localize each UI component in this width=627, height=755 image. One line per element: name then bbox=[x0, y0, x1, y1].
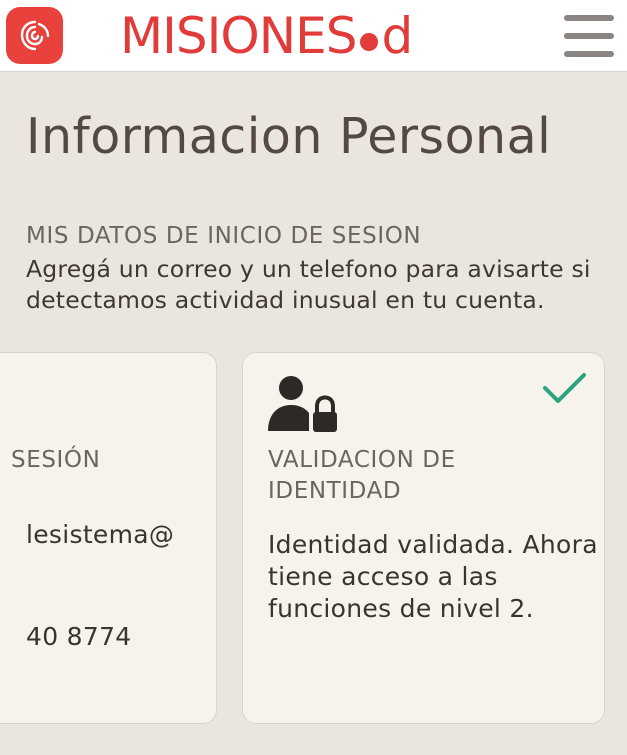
logo-dot bbox=[360, 33, 379, 51]
app-header: MISIONES d bbox=[0, 0, 627, 72]
bottom-link-partial bbox=[26, 746, 286, 755]
hamburger-menu-icon[interactable] bbox=[560, 12, 615, 60]
identity-card-heading: VALIDACION DE IDENTIDAD bbox=[268, 447, 456, 504]
fingerprint-icon[interactable] bbox=[6, 7, 63, 64]
check-icon bbox=[543, 373, 586, 403]
logo-text-suffix: d bbox=[381, 7, 413, 65]
session-email-value: lesistema@ bbox=[26, 520, 175, 549]
user-lock-icon bbox=[268, 376, 337, 432]
menu-bar bbox=[564, 51, 614, 57]
menu-bar bbox=[564, 15, 614, 21]
menu-bar bbox=[564, 33, 614, 39]
page-title: Informacion Personal bbox=[26, 108, 552, 165]
identity-validation-card[interactable]: VALIDACION DE IDENTIDAD Identidad valida… bbox=[242, 352, 605, 724]
brand-logo[interactable]: MISIONES d bbox=[120, 7, 413, 65]
logo-text-main: MISIONES bbox=[120, 7, 357, 65]
login-section-label: MIS DATOS DE INICIO DE SESION bbox=[26, 223, 422, 249]
fingerprint-glyph bbox=[20, 20, 49, 50]
identity-card-text: Identidad validada. Ahora tiene acceso a… bbox=[268, 530, 598, 623]
session-card-heading: SESIÓN bbox=[11, 447, 101, 473]
login-session-card[interactable]: SESIÓN lesistema@ 40 8774 bbox=[0, 352, 217, 724]
session-phone-value: 40 8774 bbox=[26, 622, 132, 651]
login-section-description: Agregá un correo y un telefono para avis… bbox=[26, 255, 591, 314]
